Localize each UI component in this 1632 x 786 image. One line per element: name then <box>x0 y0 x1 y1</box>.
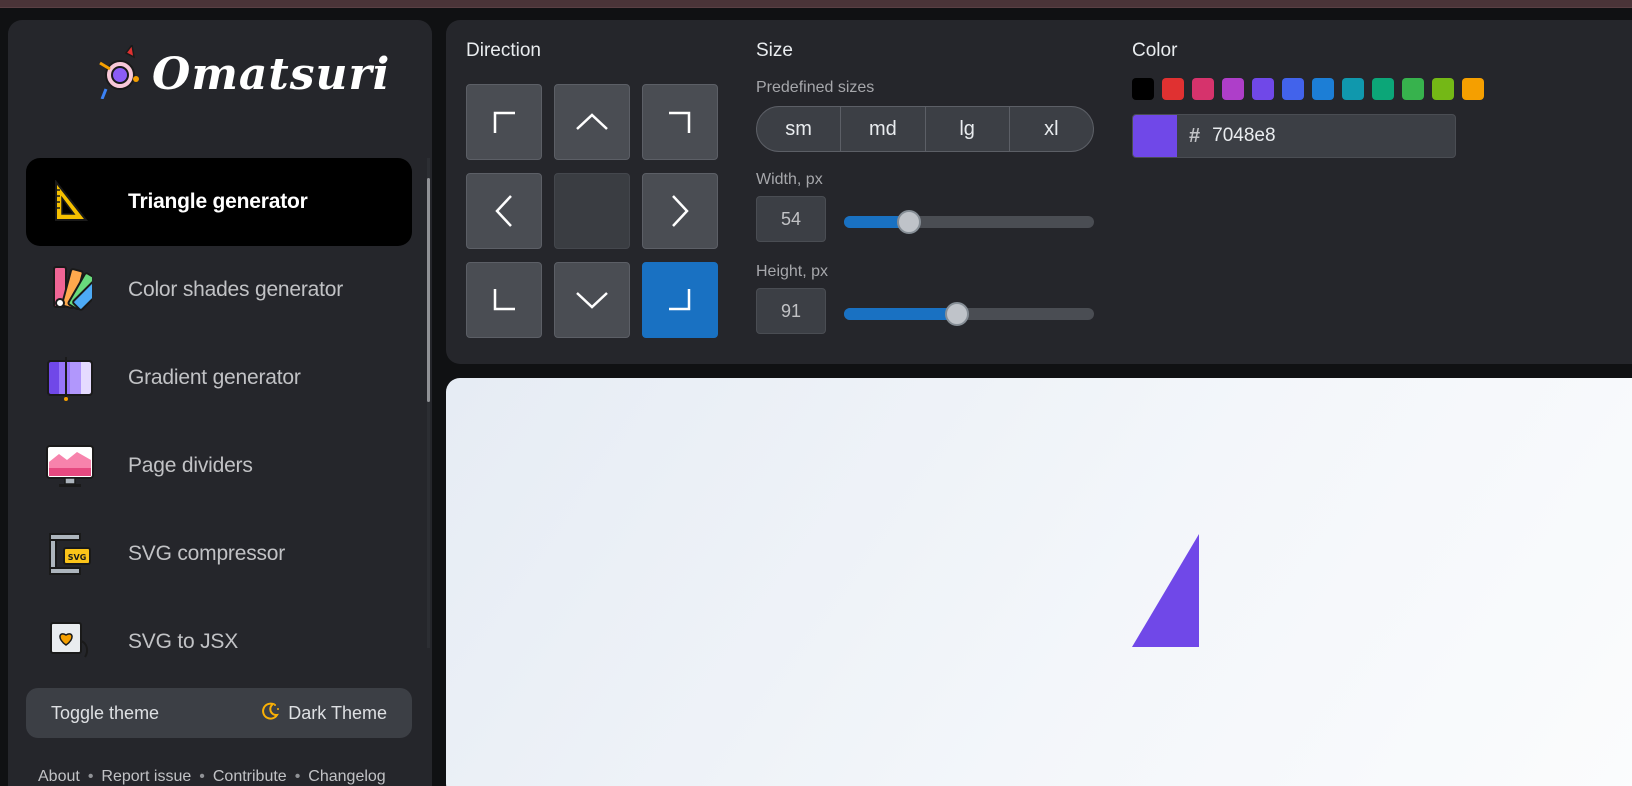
color-swatch[interactable] <box>1222 78 1244 100</box>
sidebar-item-gradient-generator[interactable]: Gradient generator <box>26 334 412 422</box>
size-xl-button[interactable]: xl <box>1010 107 1093 151</box>
color-swatch[interactable] <box>1282 78 1304 100</box>
sidebar-nav: Triangle generator Color shades generato… <box>8 158 432 670</box>
color-swatch[interactable] <box>1312 78 1334 100</box>
color-swatch[interactable] <box>1192 78 1214 100</box>
width-slider[interactable] <box>844 210 1094 234</box>
height-label: Height, px <box>756 263 829 280</box>
sidebar-item-svg-compressor[interactable]: SVG SVG compressor <box>26 510 412 598</box>
sidebar: Omatsuri Triangle generator Color shades… <box>8 20 432 786</box>
corner-top-left-icon <box>493 111 515 133</box>
color-swatch[interactable] <box>1432 78 1454 100</box>
footer-link-report-issue[interactable]: Report issue <box>101 768 191 786</box>
moon-icon <box>260 701 280 726</box>
direction-right-button[interactable] <box>642 173 718 249</box>
predefined-size-selector: sm md lg xl <box>756 106 1094 152</box>
sidebar-item-svg-to-jsx[interactable]: SVG to JSX <box>26 598 412 670</box>
direction-bottom-button[interactable] <box>554 262 630 338</box>
current-theme: Dark Theme <box>260 701 387 726</box>
sidebar-item-label: Gradient generator <box>128 366 301 389</box>
sidebar-item-label: Page dividers <box>128 454 253 477</box>
chevron-up-icon <box>576 113 608 130</box>
slider-thumb[interactable] <box>944 302 969 326</box>
direction-center-cell <box>554 173 630 249</box>
footer-link-changelog[interactable]: Changelog <box>308 768 385 786</box>
sidebar-item-label: Color shades generator <box>128 278 344 301</box>
size-md-button[interactable]: md <box>841 107 926 151</box>
toggle-theme-label: Toggle theme <box>51 702 160 723</box>
separator-dot: • <box>87 768 94 785</box>
color-swatch[interactable] <box>1402 78 1424 100</box>
sidebar-item-triangle-generator[interactable]: Triangle generator <box>26 158 412 246</box>
festival-mascot-icon <box>96 42 144 104</box>
sidebar-item-label: SVG to JSX <box>128 630 239 653</box>
size-title: Size <box>756 40 793 61</box>
sidebar-item-color-shades-generator[interactable]: Color shades generator <box>26 246 412 334</box>
color-swatch[interactable] <box>1252 78 1274 100</box>
color-swatch[interactable] <box>1132 78 1154 100</box>
color-preview-swatch[interactable] <box>1133 115 1177 157</box>
width-input[interactable]: 54 <box>756 196 826 242</box>
color-swatch[interactable] <box>1372 78 1394 100</box>
direction-top-button[interactable] <box>554 84 630 160</box>
footer-links: About • Report issue • Contribute • Chan… <box>38 768 386 786</box>
controls-panel: Direction Size Predefined sizes sm md lg… <box>446 20 1632 364</box>
gradient-icon <box>42 350 98 406</box>
chevron-down-icon <box>576 292 608 309</box>
corner-top-right-icon <box>669 111 691 133</box>
footer-link-contribute[interactable]: Contribute <box>213 768 287 786</box>
direction-bottom-right-button[interactable] <box>642 262 718 338</box>
size-lg-button[interactable]: lg <box>926 107 1010 151</box>
svg-heart-icon <box>42 614 98 670</box>
chevron-left-icon <box>495 195 512 227</box>
direction-top-right-button[interactable] <box>642 84 718 160</box>
width-label: Width, px <box>756 171 823 188</box>
footer-link-about[interactable]: About <box>38 768 80 786</box>
corner-bottom-left-icon <box>493 289 515 311</box>
direction-title: Direction <box>466 40 541 61</box>
height-input[interactable]: 91 <box>756 288 826 334</box>
color-swatch[interactable] <box>1162 78 1184 100</box>
slider-fill <box>844 308 957 320</box>
monitor-icon <box>42 438 98 494</box>
color-swatches <box>1132 78 1484 100</box>
hash-symbol: # <box>1189 124 1201 147</box>
sidebar-item-label: SVG compressor <box>128 542 286 565</box>
direction-top-left-button[interactable] <box>466 84 542 160</box>
color-palette-icon <box>42 262 98 318</box>
color-title: Color <box>1132 40 1178 61</box>
predefined-sizes-label: Predefined sizes <box>756 79 875 96</box>
corner-bottom-right-icon <box>669 289 691 311</box>
triangle-preview <box>1132 534 1199 647</box>
triangle-shape <box>1132 534 1199 647</box>
separator-dot: • <box>294 768 301 785</box>
sidebar-scrollbar-thumb[interactable] <box>427 178 430 402</box>
app-logo[interactable]: Omatsuri <box>96 42 391 104</box>
color-swatch[interactable] <box>1462 78 1484 100</box>
direction-bottom-left-button[interactable] <box>466 262 542 338</box>
direction-left-button[interactable] <box>466 173 542 249</box>
svg-text:SVG: SVG <box>68 553 87 562</box>
chevron-right-icon <box>672 195 689 227</box>
sidebar-item-page-dividers[interactable]: Page dividers <box>26 422 412 510</box>
set-square-icon <box>42 174 98 230</box>
theme-toggle-button[interactable]: Toggle theme Dark Theme <box>26 688 412 738</box>
color-input[interactable]: # 7048e8 <box>1132 114 1456 158</box>
app-name: Omatsuri <box>152 48 391 100</box>
theme-name: Dark Theme <box>288 702 387 723</box>
height-slider[interactable] <box>844 302 1094 326</box>
direction-grid <box>466 84 718 338</box>
svg-press-icon: SVG <box>42 526 98 582</box>
slider-thumb[interactable] <box>897 210 921 234</box>
browser-top-strip <box>0 0 1632 8</box>
color-hex-value[interactable]: 7048e8 <box>1212 125 1275 147</box>
triangle-preview-area <box>446 378 1632 786</box>
color-swatch[interactable] <box>1342 78 1364 100</box>
separator-dot: • <box>199 768 205 785</box>
size-sm-button[interactable]: sm <box>757 107 842 151</box>
sidebar-item-label: Triangle generator <box>128 190 308 213</box>
